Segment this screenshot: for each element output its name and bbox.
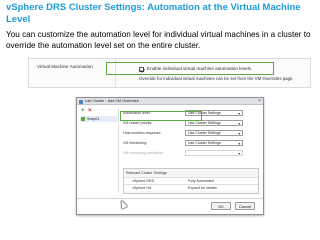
relevant-cluster-settings: Relevant Cluster Settings vSphere DRS Fu… [123, 168, 259, 194]
vm-automation-label: Virtual Machine Automation [37, 64, 93, 69]
vm-monitoring-sensitivity-select: ... ▼ [185, 149, 243, 156]
vm-restart-priority-value: Use Cluster Settings [188, 121, 221, 126]
host-isolation-response-value: Use Cluster Settings [188, 131, 221, 136]
vm-monitoring-select[interactable]: Use Cluster Settings ▼ [185, 139, 243, 146]
cluster-setting-key: vSphere DRS [132, 179, 154, 183]
dialog-footer-divider [77, 198, 263, 199]
vm-monitoring-sensitivity-label: VM monitoring sensitivity: [123, 150, 164, 155]
ok-button[interactable]: OK [211, 202, 231, 210]
close-icon[interactable]: × [258, 98, 261, 105]
cancel-button[interactable]: Cancel [235, 202, 255, 210]
vm-monitoring-sensitivity-value: ... [188, 151, 191, 156]
chevron-down-icon: ▼ [237, 111, 241, 116]
chevron-down-icon: ▼ [237, 131, 241, 136]
host-isolation-response-row: Host isolation response: Use Cluster Set… [123, 129, 259, 137]
vm-name: Snap01 [87, 116, 100, 121]
cluster-settings-header[interactable]: Relevant Cluster Settings [126, 171, 167, 175]
chevron-down-icon: ▼ [237, 121, 241, 126]
highlight-box-automation-level [120, 111, 202, 121]
cluster-setting-key[interactable]: vSphere HA [132, 186, 151, 190]
vm-monitoring-label: VM Monitoring: [123, 140, 148, 145]
chevron-down-icon: ▼ [237, 141, 241, 146]
chevron-down-icon: ▼ [237, 151, 241, 156]
slide-body-text: You can customize the automation level f… [6, 30, 311, 50]
vm-monitoring-value: Use Cluster Settings [188, 141, 221, 146]
slide-title: vSphere DRS Cluster Settings: Automation… [6, 2, 301, 25]
vm-restart-priority-label: VM restart priority: [123, 120, 153, 125]
vm-monitoring-row: VM Monitoring: Use Cluster Settings ▼ [123, 139, 259, 147]
cluster-icon [79, 99, 83, 104]
vm-list-pane: + × Snap01 [79, 108, 119, 193]
remove-vm-icon[interactable]: × [88, 108, 92, 114]
vm-list-item[interactable]: Snap01 [80, 116, 117, 122]
cluster-setting-row: vSphere DRS Fully Automated [124, 177, 258, 184]
dialog-title: Lab Cluster - Add VM Overrides [85, 99, 139, 103]
vm-icon [81, 117, 85, 121]
add-vm-icon[interactable]: + [81, 108, 85, 114]
host-isolation-response-label: Host isolation response: [123, 130, 162, 135]
highlight-box-checkbox [106, 62, 274, 75]
cluster-setting-row: vSphere HA Expand for details [124, 184, 258, 191]
cluster-setting-value: Expand for details [188, 186, 217, 190]
vm-overrides-note: Override for individual virtual machines… [139, 76, 294, 81]
host-isolation-response-select[interactable]: Use Cluster Settings ▼ [185, 129, 243, 136]
dialog-titlebar: Lab Cluster - Add VM Overrides × [77, 98, 263, 105]
vm-monitoring-sensitivity-row: VM monitoring sensitivity: ... ▼ [123, 149, 259, 157]
cluster-setting-value: Fully Automated [188, 179, 214, 183]
